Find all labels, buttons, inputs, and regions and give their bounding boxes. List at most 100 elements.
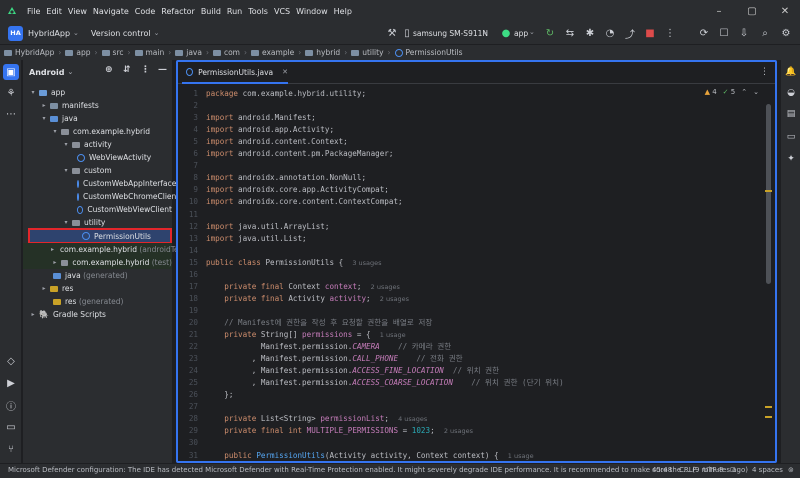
- code-line[interactable]: 16: [178, 269, 768, 281]
- lock-icon[interactable]: ⊡: [730, 466, 736, 474]
- breadcrumb-item[interactable]: hybrid: [305, 48, 340, 57]
- caret-position[interactable]: 45:48: [652, 466, 672, 474]
- expand-arrow-icon[interactable]: ▸: [40, 102, 48, 109]
- breadcrumb-item[interactable]: main: [134, 48, 164, 57]
- logcat-icon[interactable]: ▶: [3, 375, 19, 391]
- menu-run[interactable]: Run: [224, 7, 245, 16]
- menu-code[interactable]: Code: [132, 7, 158, 16]
- chevron-down-icon[interactable]: ⌄: [529, 28, 535, 36]
- breadcrumb-item[interactable]: com: [212, 48, 240, 57]
- code-line[interactable]: 22 Manifest.permission.CAMERA // 카메라 권한: [178, 341, 768, 353]
- code-line[interactable]: 3 import android.Manifest;: [178, 112, 768, 124]
- menu-file[interactable]: File: [24, 7, 43, 16]
- chevron-down-icon[interactable]: ⌄: [154, 29, 160, 37]
- usages-hint[interactable]: 1 usage: [380, 331, 406, 339]
- project-view-selector[interactable]: Android ⌄ ⊕ ⇵ ⋮ —: [23, 60, 172, 84]
- stop-icon[interactable]: ■: [643, 26, 657, 40]
- sync-gradle-icon[interactable]: ⟳: [697, 26, 711, 40]
- profiler-icon[interactable]: ◔: [603, 26, 617, 40]
- maximize-icon[interactable]: ▢: [737, 0, 767, 22]
- tab-options-icon[interactable]: ⋮: [760, 67, 769, 77]
- device-explorer-icon[interactable]: ▤: [784, 107, 798, 121]
- code-line[interactable]: 10 import androidx.core.content.ContextCo…: [178, 196, 768, 208]
- tree-item-gradle-scripts[interactable]: ▸ 🐘 Gradle Scripts: [23, 308, 172, 321]
- run-config-selector[interactable]: app: [514, 29, 528, 38]
- chevron-down-icon[interactable]: ⌄: [73, 29, 79, 37]
- code-line[interactable]: 2: [178, 100, 768, 112]
- minimize-icon[interactable]: –: [704, 0, 734, 22]
- device-icon[interactable]: ▯: [400, 26, 414, 40]
- attach-debugger-icon[interactable]: ⤴: [623, 26, 637, 41]
- code-line[interactable]: 27: [178, 401, 768, 413]
- tree-item-webviewactivity[interactable]: WebViewActivity: [23, 151, 172, 164]
- hide-panel-icon[interactable]: —: [158, 65, 167, 75]
- code-area[interactable]: 1 package com.example.hybrid.utility; 2 3 im…: [178, 84, 775, 461]
- close-tab-icon[interactable]: ✕: [282, 68, 288, 76]
- expand-arrow-icon[interactable]: ▾: [40, 115, 48, 122]
- expand-arrow-icon[interactable]: ▾: [51, 128, 59, 135]
- scrollbar-thumb[interactable]: [766, 104, 771, 284]
- code-line[interactable]: 11: [178, 209, 768, 221]
- tree-item-utility[interactable]: ▾ utility: [23, 216, 172, 229]
- expand-arrow-icon[interactable]: ▸: [51, 259, 59, 266]
- code-line[interactable]: 18 private final Activity activity; 2 us…: [178, 293, 768, 305]
- tree-item-java-generated[interactable]: java (generated): [23, 269, 172, 282]
- usages-hint[interactable]: 4 usages: [398, 415, 427, 423]
- code-line[interactable]: 21 private String[] permissions = { 1 us…: [178, 329, 768, 341]
- tree-item-res-generated[interactable]: res (generated): [23, 295, 172, 308]
- indent-setting[interactable]: 4 spaces: [752, 466, 783, 474]
- menu-help[interactable]: Help: [331, 7, 355, 16]
- code-line[interactable]: 29 private final int MULTIPLE_PERMISSION…: [178, 425, 768, 437]
- code-line[interactable]: 12 import java.util.ArrayList;: [178, 221, 768, 233]
- code-line[interactable]: 24 , Manifest.permission.ACCESS_FINE_LOC…: [178, 365, 768, 377]
- expand-arrow-icon[interactable]: ▸: [40, 285, 48, 292]
- code-line[interactable]: 19: [178, 305, 768, 317]
- expand-collapse-icon[interactable]: ⇵: [123, 65, 131, 75]
- code-line[interactable]: 4 import android.app.Activity;: [178, 124, 768, 136]
- warning-marker[interactable]: [765, 406, 772, 408]
- expand-arrow-icon[interactable]: ▸: [29, 311, 37, 318]
- breadcrumb-item[interactable]: HybridApp: [4, 48, 54, 57]
- code-line[interactable]: 30: [178, 437, 768, 449]
- tree-item-app[interactable]: ▾ app: [23, 86, 172, 99]
- more-actions-icon[interactable]: ⋮: [663, 26, 677, 40]
- locate-icon[interactable]: ⊕: [105, 65, 113, 75]
- code-line[interactable]: 6 import android.content.pm.PackageManage…: [178, 148, 768, 160]
- menu-navigate[interactable]: Navigate: [90, 7, 132, 16]
- sdk-manager-icon[interactable]: ⇩: [737, 26, 751, 40]
- warning-marker[interactable]: [765, 416, 772, 418]
- gemini-icon[interactable]: ✦: [784, 152, 798, 166]
- code-line[interactable]: 28 private List<String> permissionList; …: [178, 413, 768, 425]
- usages-hint[interactable]: 1 usage: [508, 452, 534, 460]
- code-line[interactable]: 17 private final Context context; 2 usag…: [178, 281, 768, 293]
- usages-hint[interactable]: 3 usages: [352, 259, 381, 267]
- breadcrumb-item[interactable]: utility: [351, 48, 384, 57]
- chevron-down-icon[interactable]: ⌄: [68, 68, 74, 76]
- menu-window[interactable]: Window: [293, 7, 331, 16]
- tree-item-manifests[interactable]: ▸ manifests: [23, 99, 172, 112]
- project-tool-icon[interactable]: ▣: [3, 64, 19, 80]
- expand-arrow-icon[interactable]: ▸: [51, 246, 54, 253]
- usages-hint[interactable]: 2 usages: [380, 295, 409, 303]
- tree-item-permissionutils[interactable]: PermissionUtils: [28, 228, 172, 244]
- more-options-icon[interactable]: ⋮: [141, 65, 150, 75]
- device-selector[interactable]: samsung SM-S911N: [413, 29, 488, 38]
- line-separator[interactable]: CRLF: [679, 466, 697, 474]
- tree-item-test-package[interactable]: ▸ com.example.hybrid (test): [23, 256, 172, 269]
- usages-hint[interactable]: 2 usages: [371, 283, 400, 291]
- tree-item-java[interactable]: ▾ java: [23, 112, 172, 125]
- editor-scrollbar[interactable]: [765, 98, 772, 458]
- code-line[interactable]: 15 public class PermissionUtils { 3 usage…: [178, 257, 768, 269]
- expand-arrow-icon[interactable]: ▾: [29, 89, 37, 96]
- menu-refactor[interactable]: Refactor: [158, 7, 198, 16]
- version-control-button[interactable]: Version control: [91, 29, 151, 38]
- menu-edit[interactable]: Edit: [43, 7, 65, 16]
- file-encoding[interactable]: UTF-8: [703, 466, 723, 474]
- problems-icon[interactable]: ⓘ: [3, 397, 19, 413]
- tree-item-custom[interactable]: ▾ custom: [23, 164, 172, 177]
- code-line[interactable]: 1 package com.example.hybrid.utility;: [178, 88, 768, 100]
- expand-arrow-icon[interactable]: ▾: [62, 141, 70, 148]
- notifications-icon[interactable]: 🔔: [784, 65, 798, 79]
- more-tools-icon[interactable]: ⋯: [3, 106, 19, 122]
- close-icon[interactable]: ✕: [770, 0, 800, 22]
